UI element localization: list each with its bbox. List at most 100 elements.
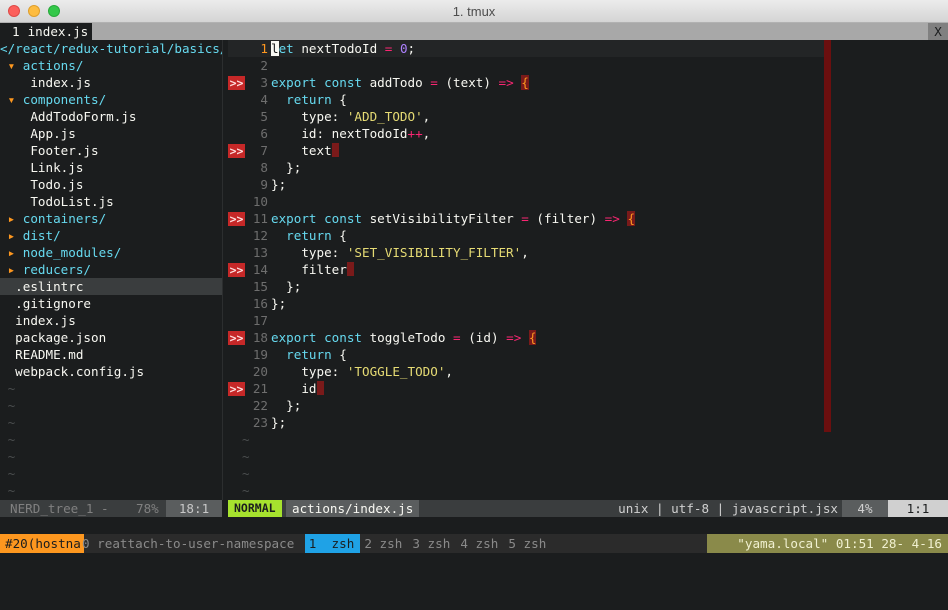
code-line[interactable]: }; xyxy=(271,397,301,414)
line-number: 21 xyxy=(252,381,268,396)
code-line[interactable]: type: 'TOGGLE_TODO', xyxy=(271,363,453,380)
empty-line-tilde: ~ xyxy=(0,432,16,447)
line-number: 4 xyxy=(260,92,268,107)
code-line[interactable]: type: 'SET_VISIBILITY_FILTER', xyxy=(271,244,529,261)
tree-directory-label: components/ xyxy=(15,92,107,107)
editor-pane[interactable]: 1 let nextTodoId = 0; 2 >> 3 export const add… xyxy=(228,40,948,500)
code-line[interactable]: let nextTodoId = 0; xyxy=(271,40,415,57)
tree-file[interactable]: Link.js xyxy=(0,159,222,176)
code-line[interactable]: return { xyxy=(271,91,347,108)
tmux-window-2[interactable]: 2 zsh xyxy=(364,534,402,553)
code-token: 'ADD_TODO' xyxy=(346,109,423,124)
code-line[interactable]: }; xyxy=(271,176,286,193)
code-token: type: xyxy=(271,245,347,260)
nerdtree-statusline: NERD_tree_1 - 78% 18:1 xyxy=(0,500,222,517)
line-number: 1 xyxy=(260,41,268,56)
tree-file[interactable]: AddTodoForm.js xyxy=(0,108,222,125)
tmux-window-3[interactable]: 3 zsh xyxy=(412,534,450,553)
tree-directory[interactable]: ▾ actions/ xyxy=(0,57,222,74)
line-number: 13 xyxy=(252,245,268,260)
line-number: 11 xyxy=(252,211,268,226)
tree-directory[interactable]: ▸ node_modules/ xyxy=(0,244,222,261)
tree-file[interactable]: webpack.config.js xyxy=(0,363,222,380)
code-token: addTodo xyxy=(362,75,431,90)
tree-file[interactable]: README.md xyxy=(0,346,222,363)
tmux-window-1[interactable]: 1 zsh xyxy=(304,534,361,553)
code-line[interactable]: }; xyxy=(271,278,301,295)
lint-error-sign[interactable]: >> xyxy=(228,331,245,345)
code-line[interactable]: }; xyxy=(271,414,286,431)
editor-statusline: NORMAL actions/index.js unix | utf-8 | j… xyxy=(228,500,948,517)
lint-error-sign[interactable]: >> xyxy=(228,382,245,396)
nerdtree-scroll-percent: 78% xyxy=(136,501,159,516)
lint-error-sign[interactable]: >> xyxy=(228,212,245,226)
tree-file[interactable]: index.js xyxy=(0,312,222,329)
tmux-window-5[interactable]: 5 zsh xyxy=(508,534,546,553)
code-line[interactable]: type: 'ADD_TODO', xyxy=(271,108,430,125)
code-line[interactable]: }; xyxy=(271,159,301,176)
code-token: , xyxy=(521,245,529,260)
code-token: toggleTodo xyxy=(362,330,454,345)
line-number: 16 xyxy=(252,296,268,311)
tree-directory[interactable]: ▸ containers/ xyxy=(0,210,222,227)
code-token: }; xyxy=(271,279,302,294)
lint-error-sign[interactable]: >> xyxy=(228,263,245,277)
line-number: 20 xyxy=(252,364,268,379)
code-line[interactable]: return { xyxy=(271,346,347,363)
tmux-window-4[interactable]: 4 zsh xyxy=(460,534,498,553)
code-line[interactable]: id: nextTodoId++, xyxy=(271,125,430,142)
code-line[interactable]: export const toggleTodo = (id) => { xyxy=(271,329,537,346)
close-tab-button[interactable]: X xyxy=(928,23,948,40)
tree-file-label: AddTodoForm.js xyxy=(30,109,137,124)
trailing-error-marker xyxy=(346,262,354,276)
line-number: 2 xyxy=(260,58,268,73)
tab-index-js[interactable]: 1 index.js xyxy=(0,23,93,40)
tree-file[interactable]: .eslintrc xyxy=(0,278,222,295)
lint-error-sign[interactable]: >> xyxy=(228,76,245,90)
code-token: = xyxy=(430,75,438,90)
code-line[interactable]: text xyxy=(271,142,339,159)
nerdtree-pane: </react/redux-tutorial/basics/ ▾ actions… xyxy=(0,40,227,500)
line-number: 22 xyxy=(252,398,268,413)
tree-directory[interactable]: ▸ reducers/ xyxy=(0,261,222,278)
tmux-window-0[interactable]: 0 reattach-to-user-namespace xyxy=(82,534,294,553)
code-token: return xyxy=(286,347,332,362)
tree-directory[interactable]: ▸ dist/ xyxy=(0,227,222,244)
tree-file-label: Footer.js xyxy=(30,143,99,158)
tree-file[interactable]: TodoList.js xyxy=(0,193,222,210)
tree-directory[interactable]: ▾ components/ xyxy=(0,91,222,108)
empty-line-tilde: ~ xyxy=(242,483,250,498)
tree-file[interactable]: index.js xyxy=(0,74,222,91)
code-token: 'SET_VISIBILITY_FILTER' xyxy=(346,245,522,260)
tmux-session-name[interactable]: #20(hostna xyxy=(0,534,84,553)
nerdtree-root-path[interactable]: </react/redux-tutorial/basics/ xyxy=(0,40,227,57)
empty-line-tilde: ~ xyxy=(242,466,250,481)
color-column xyxy=(824,40,831,432)
code-line[interactable]: export const setVisibilityFilter = (filt… xyxy=(271,210,636,227)
code-token: return xyxy=(286,228,332,243)
unmatched-brace: { xyxy=(627,211,636,226)
tree-file[interactable]: App.js xyxy=(0,125,222,142)
code-line[interactable]: export const addTodo = (text) => { xyxy=(271,74,529,91)
code-line[interactable]: filter xyxy=(271,261,354,278)
trailing-error-marker xyxy=(331,143,339,157)
lint-error-sign[interactable]: >> xyxy=(228,144,245,158)
line-number: 23 xyxy=(252,415,268,430)
statusline-scroll-percent: 4% xyxy=(842,500,888,517)
code-line[interactable]: id xyxy=(271,380,324,397)
statusline-cursor-position: 1:1 xyxy=(888,500,948,517)
unmatched-brace: { xyxy=(528,330,537,345)
code-line[interactable]: }; xyxy=(271,295,286,312)
tree-file-label: .eslintrc xyxy=(15,279,84,294)
tree-directory-label: containers/ xyxy=(15,211,107,226)
tab-number: 1 xyxy=(12,24,20,39)
tree-file[interactable]: .gitignore xyxy=(0,295,222,312)
tree-file[interactable]: package.json xyxy=(0,329,222,346)
text-cursor: l xyxy=(271,41,279,56)
tree-file[interactable]: Footer.js xyxy=(0,142,222,159)
code-line[interactable]: return { xyxy=(271,227,347,244)
code-token: type: xyxy=(271,109,347,124)
tree-file-label: App.js xyxy=(30,126,76,141)
tree-file[interactable]: Todo.js xyxy=(0,176,222,193)
